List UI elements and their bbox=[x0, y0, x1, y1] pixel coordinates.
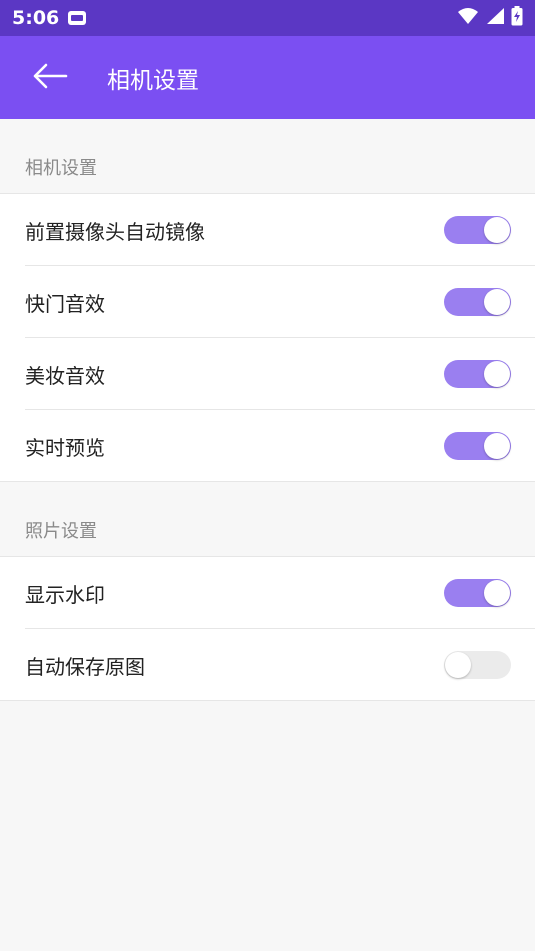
settings-list-photo: 显示水印 自动保存原图 bbox=[0, 557, 535, 701]
toggle-switch[interactable] bbox=[444, 432, 511, 460]
status-bar: 5:06 bbox=[0, 0, 535, 36]
setting-row-live-preview[interactable]: 实时预览 bbox=[0, 410, 535, 482]
page-title: 相机设置 bbox=[107, 67, 199, 94]
setting-label: 显示水印 bbox=[25, 582, 105, 607]
setting-label: 快门音效 bbox=[25, 291, 105, 316]
setting-label: 美妆音效 bbox=[25, 363, 105, 388]
setting-label: 自动保存原图 bbox=[25, 654, 145, 679]
toggle-switch[interactable] bbox=[444, 360, 511, 388]
setting-row-auto-save-original[interactable]: 自动保存原图 bbox=[0, 629, 535, 701]
switch-knob bbox=[484, 289, 510, 315]
status-time: 5:06 bbox=[12, 7, 60, 29]
section-header-camera: 相机设置 bbox=[0, 119, 535, 194]
setting-row-front-camera-mirror[interactable]: 前置摄像头自动镜像 bbox=[0, 194, 535, 266]
setting-label: 前置摄像头自动镜像 bbox=[25, 219, 205, 244]
signal-icon bbox=[485, 7, 505, 30]
back-button[interactable] bbox=[0, 36, 100, 119]
toggle-switch[interactable] bbox=[444, 651, 511, 679]
setting-label: 实时预览 bbox=[25, 435, 105, 460]
toggle-switch[interactable] bbox=[444, 216, 511, 244]
toggle-switch[interactable] bbox=[444, 288, 511, 316]
notification-icon bbox=[67, 9, 87, 27]
wifi-icon bbox=[457, 7, 479, 30]
app-bar: 相机设置 bbox=[0, 36, 535, 119]
setting-row-show-watermark[interactable]: 显示水印 bbox=[0, 557, 535, 629]
switch-knob bbox=[484, 580, 510, 606]
setting-row-makeup-sound[interactable]: 美妆音效 bbox=[0, 338, 535, 410]
settings-list-camera: 前置摄像头自动镜像 快门音效 美妆音效 实时预览 bbox=[0, 194, 535, 482]
switch-knob bbox=[445, 652, 471, 678]
switch-knob bbox=[484, 361, 510, 387]
section-header-photo: 照片设置 bbox=[0, 482, 535, 557]
switch-knob bbox=[484, 217, 510, 243]
section-photo: 照片设置 显示水印 自动保存原图 bbox=[0, 482, 535, 701]
status-icons bbox=[457, 5, 523, 31]
setting-row-shutter-sound[interactable]: 快门音效 bbox=[0, 266, 535, 338]
arrow-left-icon bbox=[32, 62, 68, 94]
switch-knob bbox=[484, 433, 510, 459]
battery-charging-icon bbox=[511, 5, 523, 31]
toggle-switch[interactable] bbox=[444, 579, 511, 607]
section-camera: 相机设置 前置摄像头自动镜像 快门音效 美妆音效 实时预览 bbox=[0, 119, 535, 482]
